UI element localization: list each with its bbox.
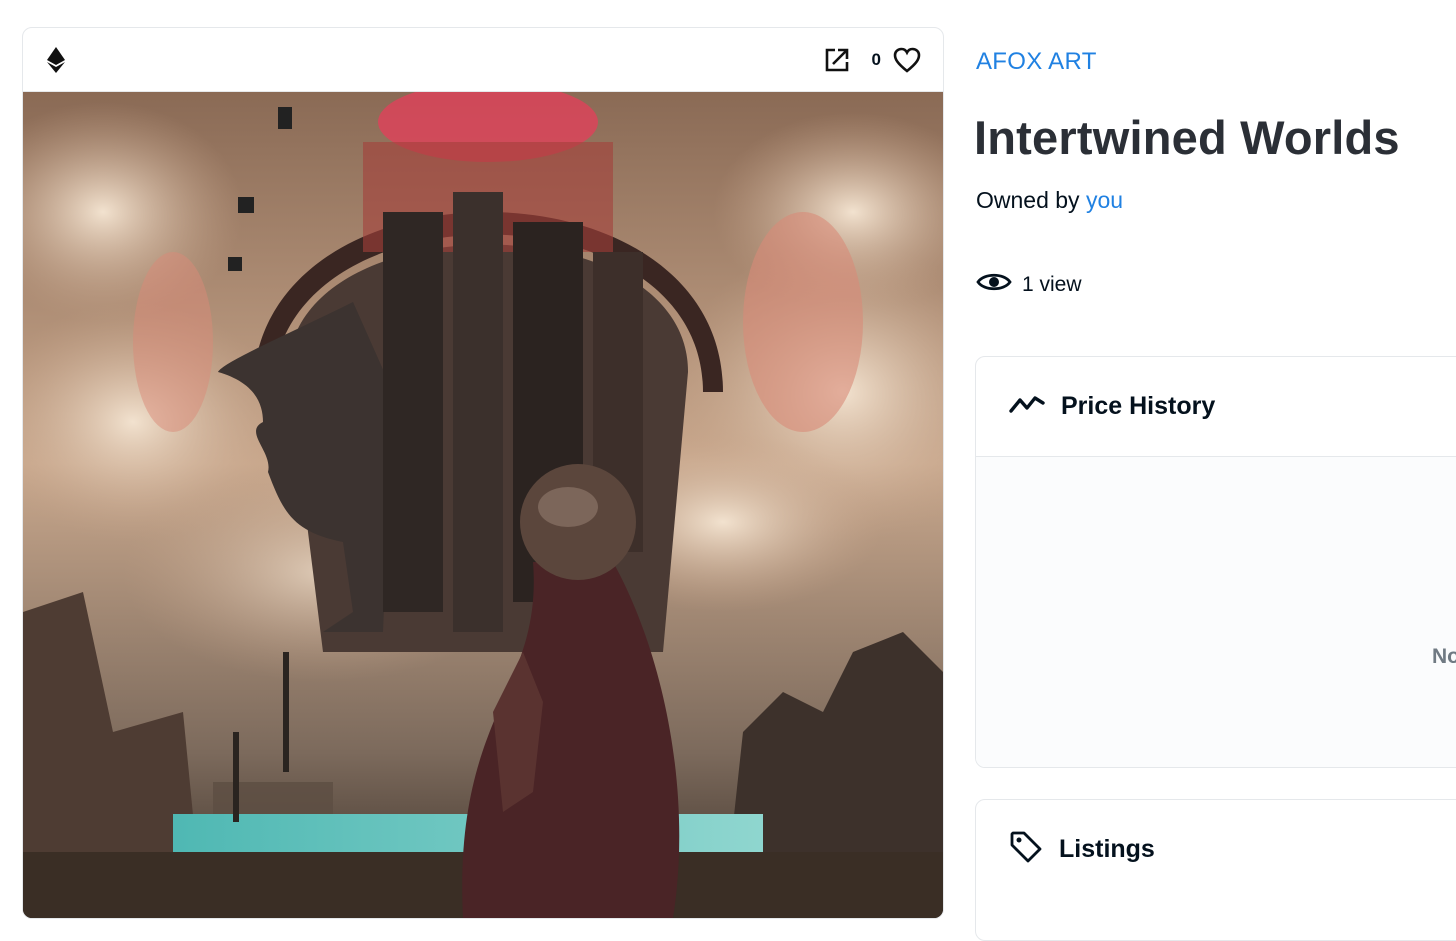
owner-link[interactable]: you — [1086, 187, 1123, 213]
price-history-panel: Price History No — [975, 356, 1456, 768]
heart-icon[interactable] — [893, 47, 921, 73]
price-history-empty-text: No — [1432, 645, 1456, 668]
owned-by-label: Owned by — [976, 187, 1080, 213]
external-link-icon[interactable] — [824, 47, 850, 73]
listings-panel: Listings — [975, 799, 1456, 941]
media-header: 0 — [23, 28, 943, 92]
price-history-body: No — [976, 456, 1456, 767]
media-card: 0 — [22, 27, 944, 919]
price-history-title: Price History — [1061, 392, 1216, 420]
tag-icon — [1009, 830, 1043, 869]
owner-line: Owned by you — [976, 187, 1123, 214]
ethereum-icon — [47, 46, 65, 73]
eye-icon — [976, 270, 1012, 300]
views-text: 1 view — [1022, 273, 1082, 296]
activity-line-icon — [1009, 393, 1045, 420]
price-history-header[interactable]: Price History — [976, 357, 1456, 456]
artwork-image[interactable] — [23, 92, 943, 918]
listings-header[interactable]: Listings — [976, 800, 1456, 899]
favorite-count: 0 — [871, 49, 881, 69]
item-title: Intertwined Worlds — [974, 111, 1400, 164]
listings-title: Listings — [1059, 835, 1155, 863]
collection-link[interactable]: AFOX ART — [976, 48, 1097, 76]
views-count: 1 view — [976, 270, 1082, 300]
